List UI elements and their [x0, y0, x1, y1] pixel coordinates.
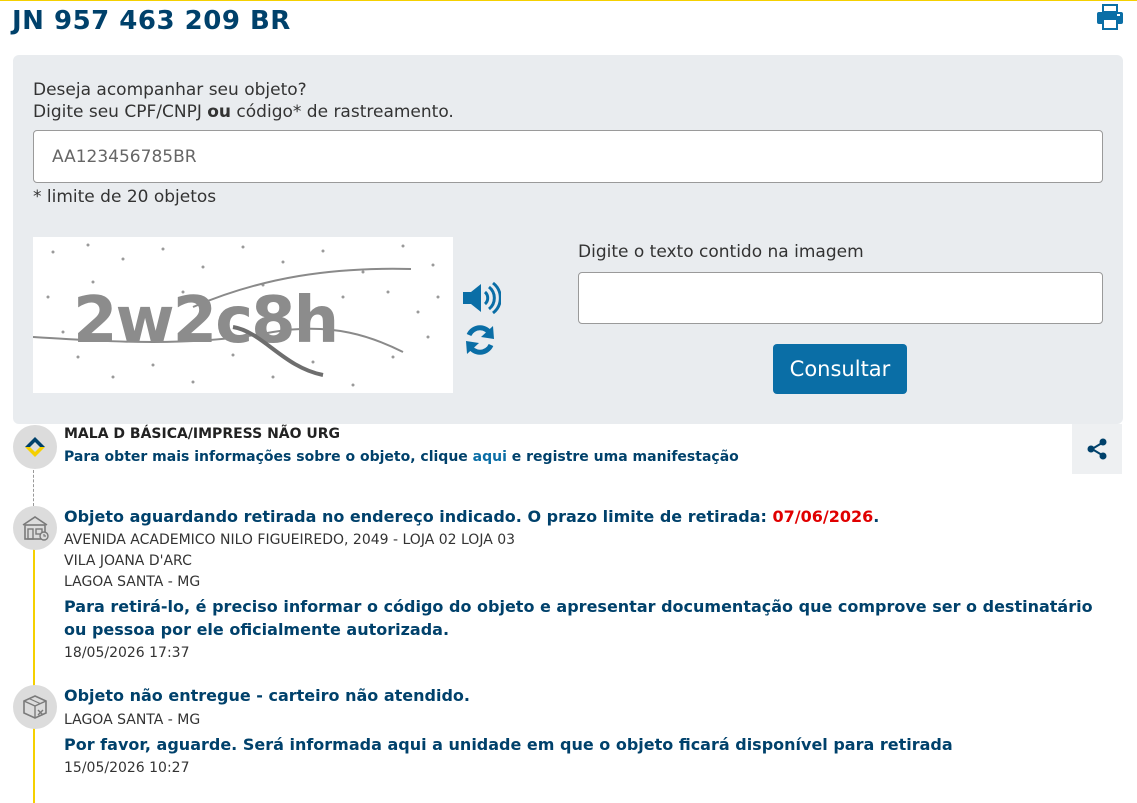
event-address-line1: AVENIDA ACADEMICO NILO FIGUEIREDO, 2049 …: [64, 532, 516, 548]
event-note: Para retirá-lo, é preciso informar o cód…: [64, 597, 1093, 639]
event-title: Objeto aguardando retirada no endereço i…: [64, 507, 879, 526]
captcha-input[interactable]: [578, 272, 1103, 324]
captcha-text: 2w2c8h: [73, 284, 337, 358]
search-prompt: Deseja acompanhar seu objeto? Digite seu…: [33, 79, 454, 123]
package-icon: [13, 685, 57, 729]
captcha-image: 2w2c8h: [32, 237, 453, 393]
consultar-button[interactable]: Consultar: [773, 344, 907, 394]
print-icon[interactable]: [1096, 4, 1124, 30]
audio-captcha-icon[interactable]: [461, 281, 502, 315]
service-info: Para obter mais informações sobre o obje…: [64, 449, 739, 465]
event-datetime: 18/05/2026 17:37: [64, 645, 190, 661]
tracking-code-input[interactable]: [33, 130, 1103, 183]
limit-note: * limite de 20 objetos: [33, 187, 217, 207]
refresh-captcha-icon[interactable]: [463, 323, 497, 357]
event-title: Objeto não entregue - carteiro não atend…: [64, 686, 470, 705]
event-title-end: .: [873, 507, 880, 526]
event-datetime: 15/05/2026 10:27: [64, 760, 190, 776]
timeline-line: [33, 545, 35, 803]
service-name: MALA D BÁSICA/IMPRESS NÃO URG: [64, 426, 341, 442]
event-address-line3: LAGOA SANTA - MG: [64, 574, 201, 590]
prompt-cpf-text: Digite seu CPF/CNPJ: [33, 102, 208, 122]
search-panel: Deseja acompanhar seu objeto? Digite seu…: [13, 55, 1123, 424]
tracking-code-title: JN 957 463 209 BR: [12, 6, 291, 36]
pickup-deadline: 07/06/2026: [772, 507, 874, 526]
timeline-dotted-line: [33, 470, 34, 506]
share-button[interactable]: [1072, 424, 1122, 474]
prompt-or-text: ou: [207, 102, 232, 122]
search-prompt-line2: Digite seu CPF/CNPJ ou código* de rastre…: [33, 101, 454, 123]
event-location: LAGOA SANTA - MG: [64, 712, 201, 728]
event-note: Por favor, aguarde. Será informada aqui …: [64, 735, 953, 754]
pickup-store-icon: [13, 506, 57, 550]
captcha-label: Digite o texto contido na imagem: [578, 242, 864, 262]
manifestation-link[interactable]: aqui: [473, 449, 507, 465]
correios-logo-icon: [13, 425, 57, 469]
search-prompt-line1: Deseja acompanhar seu objeto?: [33, 80, 307, 100]
prompt-code-text: código* de rastreamento.: [231, 102, 454, 122]
service-info-before: Para obter mais informações sobre o obje…: [64, 449, 473, 465]
event-address-line2: VILA JOANA D'ARC: [64, 553, 192, 569]
event-title-text: Objeto aguardando retirada no endereço i…: [64, 507, 773, 526]
service-info-after: e registre uma manifestação: [506, 449, 739, 465]
share-icon: [1087, 438, 1107, 460]
